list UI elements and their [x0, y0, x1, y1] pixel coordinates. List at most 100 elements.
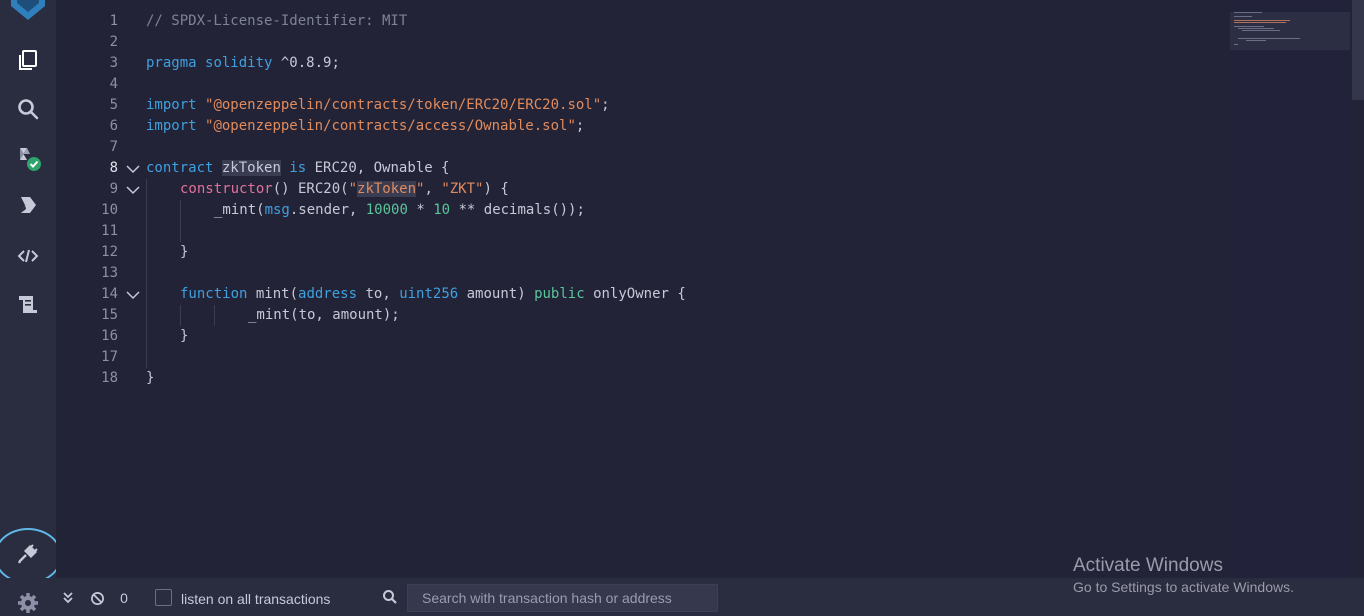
code-text: amount) [458, 286, 535, 302]
keyword: msg [264, 202, 290, 218]
type-keyword: uint256 [399, 286, 459, 302]
collapse-terminal-icon[interactable] [60, 588, 76, 608]
fold-chevron-icon[interactable] [126, 284, 140, 305]
code-text: onlyOwner { [584, 286, 686, 302]
code-line: import "@openzeppelin/contracts/access/O… [146, 116, 584, 137]
line-number: 18 [101, 370, 118, 386]
code-line: contract zkToken is ERC20, Ownable { [146, 158, 449, 179]
clear-console-icon[interactable] [88, 588, 106, 608]
code-line: pragma solidity ^0.8.9; [146, 53, 340, 74]
code-text: ; [601, 97, 610, 113]
code-text: () ERC20( [272, 181, 349, 197]
code-line: } [146, 368, 154, 389]
code-text: mint( [247, 286, 299, 302]
code-text: ^0.8.9; [272, 55, 340, 71]
code-editor[interactable]: // SPDX-License-Identifier: MIT pragma s… [146, 0, 1230, 578]
code-text: ERC20, Ownable { [306, 160, 450, 176]
line-number: 12 [101, 244, 118, 260]
code-text: } [180, 244, 189, 260]
type-keyword: address [298, 286, 358, 302]
keyword: function [180, 286, 248, 302]
line-number: 3 [109, 55, 118, 71]
minimap-line [1234, 16, 1252, 17]
code-line: import "@openzeppelin/contracts/token/ER… [146, 95, 610, 116]
file-explorer-icon[interactable] [14, 46, 42, 74]
string-literal: "@openzeppelin/contracts/access/Ownable.… [205, 118, 576, 134]
line-number: 11 [101, 223, 118, 239]
minimap-line [1238, 38, 1300, 39]
listen-all-label: listen on all transactions [181, 591, 331, 607]
highlighted-identifier: zkToken [221, 160, 281, 176]
line-number: 2 [109, 34, 118, 50]
minimap-line [1234, 12, 1262, 13]
string-quote: " [348, 181, 358, 197]
keyword: contract [146, 160, 214, 176]
minimap-viewport[interactable] [1230, 12, 1350, 50]
line-number: 8 [109, 160, 118, 176]
fold-chevron-icon[interactable] [126, 179, 140, 200]
code-line: } [180, 326, 188, 347]
code-line: } [180, 242, 188, 263]
watermark-title: Activate Windows [1073, 555, 1223, 576]
watermark-subtitle: Go to Settings to activate Windows. [1073, 579, 1294, 595]
code-line: constructor() ERC20("zkToken", "ZKT") { [180, 179, 509, 200]
solidity-compiler-icon[interactable] [14, 144, 42, 172]
comment: // SPDX-License-Identifier: MIT [146, 13, 408, 29]
minimap-line [1242, 30, 1280, 31]
line-number: 5 [109, 97, 118, 113]
line-number: 1 [109, 13, 118, 29]
transaction-search-input[interactable] [407, 584, 718, 612]
code-line: function mint(address to, uint256 amount… [180, 284, 686, 305]
listen-all-checkbox[interactable] [155, 589, 172, 606]
indent-guide [214, 305, 215, 326]
keyword: solidity [205, 55, 273, 71]
code-text: to, [357, 286, 400, 302]
remix-logo-icon[interactable] [7, 0, 49, 20]
minimap-line [1234, 26, 1264, 27]
settings-gear-icon[interactable] [16, 591, 40, 615]
line-number: 13 [101, 265, 118, 281]
indent-guide [180, 305, 181, 326]
number-literal: 10000 [365, 202, 408, 218]
code-text: ; [575, 118, 585, 134]
indent-guide [180, 200, 181, 242]
line-number: 10 [101, 202, 118, 218]
code-text: } [180, 328, 189, 344]
code-text: _mint(to, amount); [248, 307, 400, 323]
code-text: ) { [483, 181, 509, 197]
editor-scrollbar[interactable] [1350, 0, 1364, 578]
windows-activation-watermark: Activate Windows Go to Settings to activ… [1073, 554, 1294, 597]
line-number: 14 [101, 286, 118, 302]
minimap[interactable] [1230, 0, 1350, 578]
code-text: } [146, 370, 155, 386]
line-number: 4 [109, 76, 118, 92]
minimap-line [1234, 44, 1238, 45]
line-number: 17 [101, 349, 118, 365]
keyword: constructor [180, 181, 273, 197]
deploy-run-icon[interactable] [14, 191, 42, 219]
keyword: import [146, 97, 197, 113]
code-text: .sender, [289, 202, 366, 218]
code-text: , [424, 181, 442, 197]
file-manager-icon[interactable] [14, 290, 42, 318]
keyword: is [289, 160, 307, 176]
search-icon[interactable] [14, 95, 42, 123]
indent-guide [146, 179, 147, 368]
minimap-line [1238, 28, 1274, 29]
line-number: 6 [109, 118, 118, 134]
minimap-line [1234, 22, 1286, 23]
minimap-line [1246, 40, 1266, 41]
keyword: import [146, 118, 197, 134]
line-number: 9 [109, 181, 118, 197]
visibility-keyword: public [534, 286, 585, 302]
line-number: 16 [101, 328, 118, 344]
code-text: * [407, 202, 434, 218]
code-line: // SPDX-License-Identifier: MIT [146, 11, 407, 32]
fold-chevron-icon[interactable] [126, 158, 140, 179]
minimap-line [1234, 20, 1290, 21]
plugin-highlight-circle [0, 528, 62, 584]
scrollbar-thumb[interactable] [1352, 0, 1364, 100]
debugger-icon[interactable] [14, 242, 42, 270]
string-literal: "@openzeppelin/contracts/token/ERC20/ERC… [205, 97, 602, 113]
line-number: 15 [101, 307, 118, 323]
